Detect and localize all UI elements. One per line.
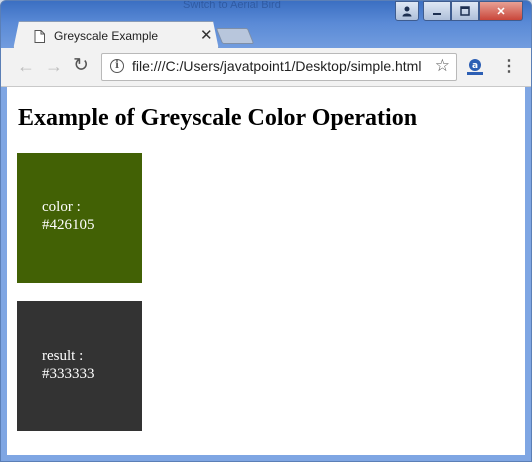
page-icon (34, 30, 45, 43)
menu-icon[interactable]: ⋮ (501, 56, 517, 76)
result-value: #333333 (42, 366, 95, 382)
close-window-button[interactable]: ✕ (479, 1, 523, 21)
background-window-text: Switch to Aerial Bird (183, 0, 281, 11)
original-color-swatch: color : #426105 (17, 153, 142, 283)
svg-text:a: a (472, 61, 478, 71)
browser-window: Switch to Aerial Bird Greyscale Example … (0, 0, 532, 462)
close-tab-icon[interactable]: ✕ (200, 26, 213, 44)
url-text[interactable]: file:///C:/Users/javatpoint1/Desktop/sim… (132, 58, 421, 74)
page-viewport: Example of Greyscale Color Operation col… (7, 87, 525, 455)
user-icon[interactable] (395, 1, 419, 21)
result-color-text: result : #333333 (42, 347, 95, 383)
page-title: Example of Greyscale Color Operation (18, 105, 418, 131)
result-label: result : (42, 348, 84, 364)
greyscale-result-swatch: result : #333333 (17, 301, 142, 431)
forward-arrow-icon[interactable]: → (45, 56, 63, 77)
browser-toolbar: ← → ↻ i file:///C:/Users/javatpoint1/Des… (1, 48, 531, 87)
person-icon (402, 6, 412, 17)
bookmark-star-icon[interactable]: ☆ (435, 56, 450, 76)
color-value: #426105 (42, 217, 95, 233)
info-icon[interactable]: i (110, 59, 124, 73)
maximize-button[interactable] (451, 1, 479, 21)
close-icon: ✕ (496, 5, 506, 18)
tab-greyscale-example[interactable]: Greyscale Example ✕ (13, 21, 219, 50)
new-tab-button[interactable] (215, 28, 255, 44)
address-bar[interactable]: i file:///C:/Users/javatpoint1/Desktop/s… (101, 53, 457, 81)
original-color-text: color : #426105 (42, 198, 95, 234)
window-controls: ✕ (395, 1, 523, 21)
maximize-icon (460, 6, 470, 16)
tab-title: Greyscale Example (54, 29, 159, 43)
minimize-icon (433, 13, 441, 15)
extension-icon[interactable]: a (465, 57, 485, 77)
color-label: color : (42, 199, 81, 215)
minimize-button[interactable] (423, 1, 451, 21)
back-arrow-icon[interactable]: ← (17, 56, 35, 77)
reload-icon[interactable]: ↻ (73, 54, 89, 77)
